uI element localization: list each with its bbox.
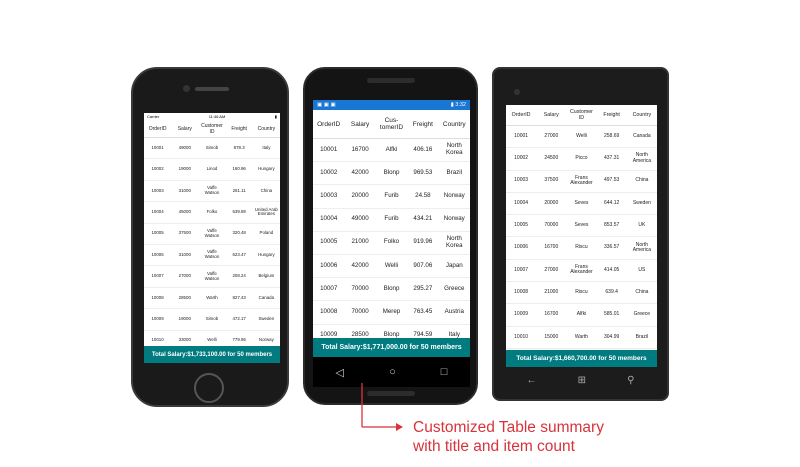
arrow-head-icon <box>396 423 403 431</box>
callout-text: Customized Table summary with title and … <box>413 418 673 456</box>
callout-line-2: with title and item count <box>413 438 575 455</box>
callout-connector <box>361 383 403 431</box>
callout-line-1: Customized Table summary <box>413 419 604 436</box>
